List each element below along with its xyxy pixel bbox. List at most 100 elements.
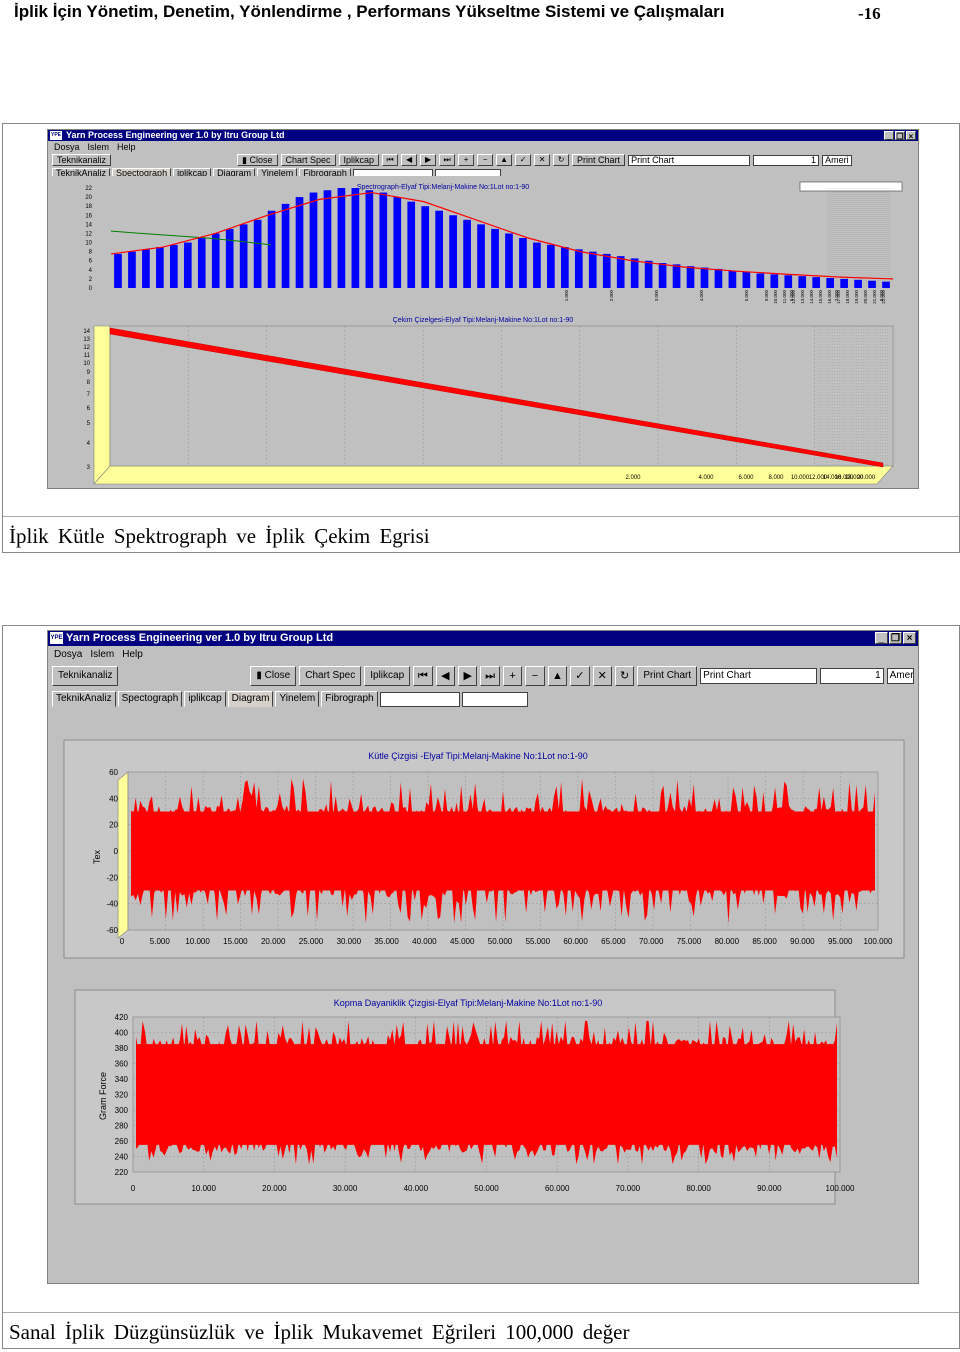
tab-field-2[interactable] xyxy=(461,692,528,707)
app-logo-icon: YPE xyxy=(50,632,63,644)
menu-dosya[interactable]: Dosya xyxy=(54,647,82,663)
minimize-icon[interactable]: _ xyxy=(884,131,894,141)
close-window-icon[interactable]: × xyxy=(906,131,916,141)
number-field[interactable]: 1 xyxy=(819,668,884,684)
cekim-x-tick: 20.000 xyxy=(857,475,876,481)
country-field[interactable]: Ameri xyxy=(886,668,914,684)
first-record-icon[interactable]: ⏮ xyxy=(413,666,433,686)
add-record-icon[interactable]: + xyxy=(502,666,523,686)
next-record-icon[interactable]: ▶ xyxy=(458,666,478,686)
chart-spec-button[interactable]: Chart Spec xyxy=(280,154,336,166)
chart-spec-button[interactable]: Chart Spec xyxy=(299,666,362,686)
kopma-x-tick: 70.000 xyxy=(616,1184,641,1193)
post-icon[interactable]: ✓ xyxy=(515,154,532,166)
spectrograph-x-tick: 20.000 xyxy=(863,290,868,304)
spectrograph-x-tick: 9.000 xyxy=(764,290,769,302)
spectrograph-x-tick: 11.000 xyxy=(782,290,787,304)
menu-help[interactable]: Help xyxy=(122,647,143,663)
figure-1-frame: YPE Yarn Process Engineering ver 1.0 by … xyxy=(2,123,960,553)
teknikanaliz-button[interactable]: Teknikanaliz xyxy=(52,154,112,166)
close-button[interactable]: ▮ Close xyxy=(250,666,297,686)
print-chart-button[interactable]: Print Chart xyxy=(637,666,698,686)
add-record-icon[interactable]: + xyxy=(458,154,475,166)
close-label: Close xyxy=(249,155,273,165)
cekim-y-tick: 12 xyxy=(83,345,90,351)
last-record-icon[interactable]: ⏭ xyxy=(480,666,500,686)
tab-yinelem[interactable]: Yinelem xyxy=(275,691,320,707)
close-window-icon[interactable]: × xyxy=(903,632,916,644)
delete-record-icon[interactable]: − xyxy=(477,154,494,166)
kutle-x-tick: 25.000 xyxy=(299,937,324,946)
kutle-x-tick: 5.000 xyxy=(150,937,171,946)
tab-teknikanaliz[interactable]: TeknikAnaliz xyxy=(52,691,116,707)
menu-bar: Dosya Islem Help xyxy=(48,646,918,664)
country-field[interactable]: Ameri xyxy=(822,154,853,166)
restore-icon[interactable]: ❐ xyxy=(889,632,902,644)
menu-islem[interactable]: Islem xyxy=(90,647,114,663)
refresh-icon[interactable]: ↻ xyxy=(553,154,570,166)
cancel-icon[interactable]: ✕ xyxy=(592,666,612,686)
prev-record-icon[interactable]: ◀ xyxy=(401,154,418,166)
tab-spectograph[interactable]: Spectograph xyxy=(117,691,183,707)
menu-dosya[interactable]: Dosya xyxy=(54,142,80,152)
spectrograph-x-tick: 2.000 xyxy=(609,290,614,302)
minimize-icon[interactable]: _ xyxy=(875,632,888,644)
menu-islem[interactable]: Islem xyxy=(88,142,110,152)
close-door-icon: ▮ xyxy=(256,670,265,681)
kopma-y-tick: 380 xyxy=(115,1044,129,1053)
iplikcap-button[interactable]: Iplikcap xyxy=(338,154,380,166)
spectrograph-bar xyxy=(407,201,416,288)
last-record-icon[interactable]: ⏭ xyxy=(439,154,456,166)
kutle-signal-band xyxy=(131,811,875,891)
up-icon[interactable]: ▲ xyxy=(496,154,513,166)
kopma-y-tick: 280 xyxy=(115,1122,129,1131)
spectrograph-bar xyxy=(169,244,178,288)
spectrograph-y-tick: 18 xyxy=(85,204,92,210)
kopma-y-tick: 220 xyxy=(115,1168,129,1177)
number-field[interactable]: 1 xyxy=(753,154,820,166)
close-label: Close xyxy=(264,670,291,681)
next-record-icon[interactable]: ▶ xyxy=(420,154,437,166)
prev-record-icon[interactable]: ◀ xyxy=(435,666,455,686)
restore-icon[interactable]: ❐ xyxy=(895,131,905,141)
spectrograph-y-tick: 14 xyxy=(85,222,92,228)
spectrograph-y-tick: 10 xyxy=(85,241,92,247)
print-chart-select[interactable]: Print Chart xyxy=(700,668,817,684)
print-chart-select[interactable]: Print Chart xyxy=(628,154,751,166)
spectrograph-bar xyxy=(435,210,444,288)
spectrograph-x-tick: 5.000 xyxy=(744,290,749,302)
iplikcap-button[interactable]: Iplikcap xyxy=(364,666,411,686)
spectrograph-bar xyxy=(840,278,848,288)
print-chart-button[interactable]: Print Chart xyxy=(572,154,626,166)
delete-record-icon[interactable]: − xyxy=(525,666,545,686)
kopma-x-tick: 10.000 xyxy=(191,1184,216,1193)
tab-diagram[interactable]: Diagram xyxy=(227,691,274,707)
spectrograph-bar xyxy=(560,247,569,288)
post-icon[interactable]: ✓ xyxy=(570,666,590,686)
close-button[interactable]: ▮ Close xyxy=(237,154,278,166)
spectrograph-bar xyxy=(295,197,304,288)
tab-field-1[interactable] xyxy=(379,692,460,707)
first-record-icon[interactable]: ⏮ xyxy=(382,154,399,166)
up-icon[interactable]: ▲ xyxy=(547,666,568,686)
refresh-icon[interactable]: ↻ xyxy=(614,666,635,686)
kutle-y-tick: 20 xyxy=(109,821,118,830)
spectrograph-bar xyxy=(505,233,513,288)
kopma-x-tick: 0 xyxy=(131,1184,136,1193)
kutle-x-tick: 10.000 xyxy=(185,937,210,946)
tab-fibrograph[interactable]: Fibrograph xyxy=(321,691,378,707)
kopma-y-tick: 260 xyxy=(115,1137,129,1146)
spectrograph-x-tick: 12.000 xyxy=(791,290,796,304)
kopma-y-tick: 240 xyxy=(115,1153,129,1162)
side-field[interactable] xyxy=(799,181,903,192)
spectrograph-bar xyxy=(491,228,499,288)
tab-iplikcap[interactable]: iplikcap xyxy=(184,691,226,707)
spectrograph-bar xyxy=(142,249,150,288)
spectrograph-bar xyxy=(700,267,709,288)
teknikanaliz-button[interactable]: Teknikanaliz xyxy=(52,666,119,686)
menu-help[interactable]: Help xyxy=(117,142,136,152)
cekim-y-tick: 13 xyxy=(83,337,90,343)
cancel-icon[interactable]: ✕ xyxy=(534,154,551,166)
cekim-y-tick: 11 xyxy=(84,353,91,359)
kopma-y-tick: 340 xyxy=(115,1075,129,1084)
